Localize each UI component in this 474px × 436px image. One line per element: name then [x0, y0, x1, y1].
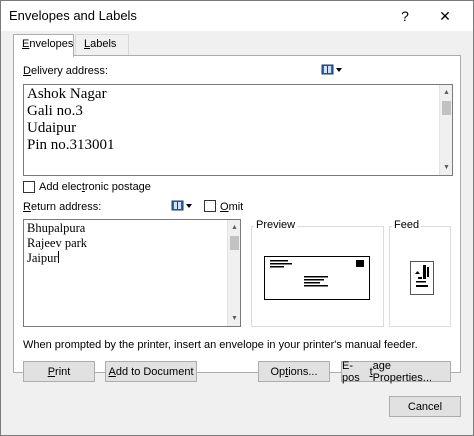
feeder-instruction: When prompted by the printer, insert an … [23, 339, 418, 351]
delivery-line-1: Ashok Nagar [27, 86, 107, 102]
add-to-document-button[interactable]: Add to Document [105, 361, 197, 382]
add-label: dd to Document [115, 365, 194, 378]
return-line-2: Rajeev park [27, 236, 88, 250]
envelope-preview[interactable] [264, 256, 370, 300]
tab-envelopes[interactable]: Envelopes [13, 34, 74, 57]
epostage-post: age Properties... [372, 359, 432, 384]
return-address-book-icon[interactable] [171, 200, 193, 214]
scroll-down-icon[interactable]: ▼ [440, 161, 452, 174]
delivery-line-4: Pin no.313001 [27, 137, 115, 153]
delivery-address-input[interactable]: Ashok Nagar Gali no.3 Udaipur Pin no.313… [23, 84, 453, 176]
help-icon[interactable]: ? [387, 1, 423, 31]
tab-envelopes-label: nvelopes [29, 38, 74, 50]
epost-label-pre: Add elec [39, 181, 82, 193]
preview-title: Preview [254, 219, 298, 231]
print-button[interactable]: Print [23, 361, 95, 382]
add-mnemonic: A [108, 365, 116, 378]
return-line-1: Bhupalpura [27, 221, 86, 235]
omit-label: Omit [220, 201, 243, 213]
print-mnemonic: P [47, 365, 56, 378]
feed-title: Feed [392, 219, 422, 231]
tab-labels[interactable]: Labels [75, 34, 129, 55]
close-icon[interactable]: ✕ [427, 1, 463, 31]
delivery-line-3: Udaipur [27, 120, 77, 136]
options-button[interactable]: Op t ions... [258, 361, 330, 382]
tab-labels-label: abels [90, 38, 117, 50]
cancel-button[interactable]: Cancel [389, 396, 461, 417]
epost-label-post: ronic postage [84, 181, 151, 193]
scroll-up-icon[interactable]: ▲ [228, 221, 240, 234]
delivery-scrollbar[interactable]: ▲ ▼ [439, 85, 452, 175]
print-label: rint [55, 365, 71, 378]
feed-icon[interactable] [410, 261, 434, 295]
scroll-down-icon[interactable]: ▼ [228, 312, 240, 325]
delivery-label-text: elivery address: [30, 65, 108, 77]
address-book-icon[interactable] [321, 64, 343, 78]
return-address-label: Return address: [23, 201, 101, 213]
options-pre: Op [270, 365, 286, 378]
delivery-scroll-thumb[interactable] [442, 101, 451, 115]
options-post: ions... [288, 365, 318, 378]
epostage-pre: E-pos [342, 359, 360, 384]
return-scroll-thumb[interactable] [230, 236, 239, 250]
return-label-mnemonic: R [23, 201, 31, 213]
omit-label-mnemonic: O [220, 201, 229, 213]
envelopes-panel: Delivery address: Ashok Nagar Gali no.3 … [13, 55, 461, 384]
return-address-input[interactable]: Bhupalpura Rajeev park Jaipur ▲ ▼ [23, 219, 241, 327]
text-cursor [57, 251, 59, 263]
delivery-line-2: Gali no.3 [27, 103, 83, 119]
delivery-label-mnemonic: D [23, 65, 31, 77]
scroll-up-icon[interactable]: ▲ [440, 86, 452, 99]
title-bar: Envelopes and Labels ? ✕ [1, 1, 473, 31]
envelopes-and-labels-dialog: Envelopes and Labels ? ✕ Envelopes Label… [0, 0, 474, 436]
electronic-postage-label: Add electronic postage [39, 181, 151, 193]
return-line-3: Jaipur [27, 251, 58, 265]
omit-label-text: mit [228, 201, 244, 213]
return-scrollbar[interactable]: ▲ ▼ [227, 220, 240, 326]
return-label-text: eturn address: [30, 201, 102, 213]
delivery-address-label: Delivery address: [23, 65, 108, 77]
epostage-properties-button[interactable]: E-pos t age Properties... [341, 359, 451, 384]
electronic-postage-checkbox[interactable] [23, 181, 35, 193]
dialog-title: Envelopes and Labels [9, 8, 137, 23]
omit-checkbox[interactable] [204, 200, 216, 212]
